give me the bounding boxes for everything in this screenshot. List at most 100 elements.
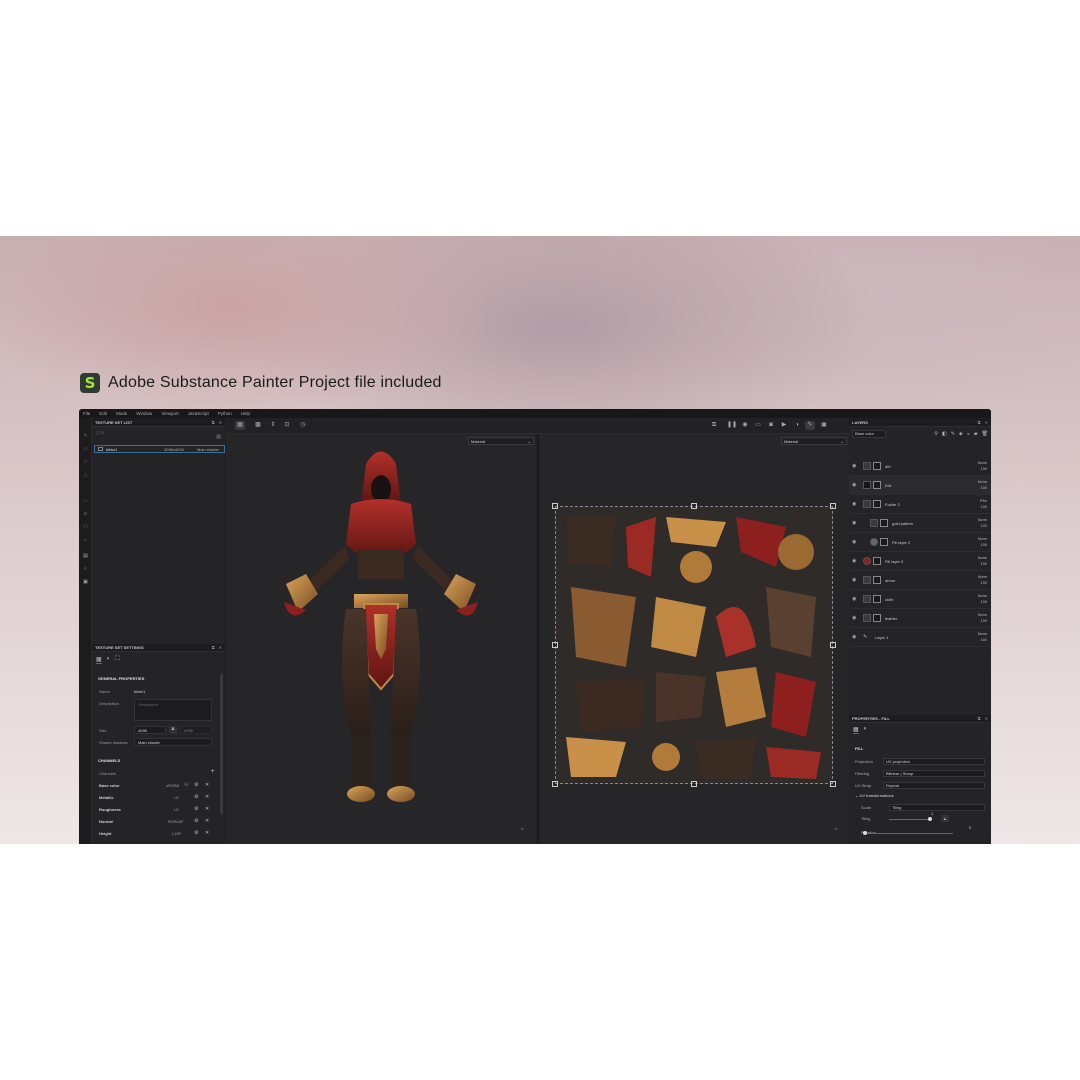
scrollbar[interactable] bbox=[220, 674, 223, 814]
filter-icons[interactable]: ◫ ◎ bbox=[96, 430, 104, 435]
add-paint-layer-icon[interactable]: ✎ bbox=[951, 431, 955, 437]
geometry-tool-icon[interactable]: △ bbox=[82, 473, 89, 478]
grid-view-icon[interactable]: ▦ bbox=[235, 421, 245, 430]
menu-javascript[interactable]: JavaScript bbox=[188, 411, 209, 416]
video-icon[interactable]: ▶ bbox=[779, 421, 789, 430]
channel-settings-icon[interactable]: ⚙ bbox=[194, 818, 198, 824]
transform-handle[interactable] bbox=[830, 503, 836, 509]
slider-handle[interactable] bbox=[863, 830, 867, 835]
tiling-slider[interactable]: 1 🔒︎ bbox=[889, 811, 985, 822]
layer-blend[interactable]: Norm bbox=[978, 575, 987, 579]
name-value[interactable]: bikini1 bbox=[134, 689, 145, 694]
description-field[interactable]: Description bbox=[134, 699, 212, 721]
viewport-3d[interactable]: Material ⌄ ⊾ bbox=[226, 434, 536, 844]
transform-handle[interactable] bbox=[830, 781, 836, 787]
transform-handle[interactable] bbox=[691, 503, 697, 509]
render-icon[interactable]: ▣ bbox=[819, 421, 829, 430]
projection-tool-icon[interactable]: ▱ bbox=[82, 460, 89, 465]
layer-row[interactable]: ◉ dirt Norm 100 bbox=[849, 457, 991, 476]
channel-row[interactable]: Height L16F ⚙ ✕ bbox=[98, 830, 214, 838]
channel-settings-icon[interactable]: ⚙ bbox=[194, 806, 198, 812]
eye-icon[interactable]: ◉ bbox=[852, 596, 860, 602]
smudge-tool-icon[interactable]: ◌ bbox=[82, 486, 89, 491]
tab-material-icon[interactable]: ◐ bbox=[864, 726, 868, 734]
close-icon[interactable]: ✕ bbox=[985, 716, 988, 721]
lock-icon[interactable]: 🔒︎ bbox=[169, 726, 177, 734]
uv-texture-map[interactable] bbox=[555, 506, 833, 784]
menu-viewport[interactable]: Viewport bbox=[161, 411, 178, 416]
channel-remove-icon[interactable]: ✕ bbox=[205, 794, 209, 800]
clock-icon[interactable]: ◷ bbox=[298, 421, 308, 430]
layer-row[interactable]: ◉ Fill layer 3 Norm 100 bbox=[849, 552, 991, 571]
layer-opacity[interactable]: 100 bbox=[981, 524, 987, 528]
shelf-icon[interactable]: ▤ bbox=[82, 554, 89, 559]
layer-opacity[interactable]: 100 bbox=[981, 505, 987, 509]
layer-row[interactable]: ◉ cloth Norm 100 bbox=[849, 590, 991, 609]
layer-row[interactable]: ◉ ✎ Layer 1 Norm 100 bbox=[849, 628, 991, 647]
menu-python[interactable]: Python bbox=[218, 411, 232, 416]
channel-row[interactable]: Metallic L8 ⚙ ✕ bbox=[98, 794, 214, 802]
menu-file[interactable]: File bbox=[83, 411, 90, 416]
channel-row[interactable]: Base color sRGB8 ⚇ ⚙ ✕ bbox=[98, 782, 214, 790]
transform-handle[interactable] bbox=[691, 781, 697, 787]
menu-help[interactable]: Help bbox=[241, 411, 250, 416]
menu-mode[interactable]: Mode bbox=[116, 411, 127, 416]
add-channel-icon[interactable]: + bbox=[211, 769, 215, 775]
split-view-icon[interactable]: ⇕ bbox=[268, 421, 278, 430]
undock-icon[interactable]: ⧉ bbox=[978, 716, 981, 721]
layer-opacity[interactable]: 100 bbox=[981, 467, 987, 471]
menu-edit[interactable]: Edit bbox=[99, 411, 107, 416]
layer-row[interactable]: ◉ leather Norm 100 bbox=[849, 609, 991, 628]
paint-tool-icon[interactable]: ✎ bbox=[82, 434, 89, 439]
undock-icon[interactable]: ⧉ bbox=[212, 420, 215, 425]
tab-fill-icon[interactable]: ▦ bbox=[853, 726, 859, 734]
channel-settings-icon[interactable]: ⚙ bbox=[194, 782, 198, 788]
eye-icon[interactable]: ◉ bbox=[852, 482, 860, 488]
tab-bake-icon[interactable]: ◐ bbox=[107, 656, 111, 664]
close-icon[interactable]: ✕ bbox=[985, 420, 988, 425]
screenshot-icon[interactable]: ◙ bbox=[766, 421, 776, 430]
transform-handle[interactable] bbox=[552, 642, 558, 648]
layer-blend[interactable]: Pthr bbox=[980, 499, 987, 503]
viewport-2d[interactable]: Material ⌄ ⊾ bbox=[538, 434, 849, 844]
layer-opacity[interactable]: 100 bbox=[981, 638, 987, 642]
texture-set-row[interactable]: bikini1 4096x4096 Main shader bbox=[94, 445, 225, 453]
display-settings-icon[interactable]: ▣ bbox=[82, 580, 89, 585]
add-effect-icon[interactable]: ⚲ bbox=[934, 431, 938, 437]
measure-tool-icon[interactable]: ⊥ bbox=[82, 538, 89, 543]
add-fill-layer-icon[interactable]: ◈ bbox=[959, 431, 963, 437]
transform-handle[interactable] bbox=[552, 503, 558, 509]
transform-handle[interactable] bbox=[552, 781, 558, 787]
channel-settings-icon[interactable]: ⚙ bbox=[194, 830, 198, 836]
layer-blend[interactable]: Norm bbox=[978, 537, 987, 541]
channel-remove-icon[interactable]: ✕ bbox=[205, 818, 209, 824]
layer-opacity[interactable]: 100 bbox=[981, 543, 987, 547]
layer-opacity[interactable]: 100 bbox=[981, 581, 987, 585]
undock-icon[interactable]: ⧉ bbox=[978, 420, 981, 425]
polygon-fill-icon[interactable]: ⬡ bbox=[82, 525, 89, 530]
layer-row[interactable]: ◉ Fill layer 2 Norm 100 bbox=[849, 533, 991, 552]
filtering-select[interactable]: Bilinear | Sharp bbox=[883, 769, 985, 777]
channel-settings-icon[interactable]: ⚙ bbox=[194, 794, 198, 800]
channel-remove-icon[interactable]: ✕ bbox=[205, 782, 209, 788]
layer-row[interactable]: ◉ armor Norm 100 bbox=[849, 571, 991, 590]
multi-grid-icon[interactable]: ▩ bbox=[253, 421, 263, 430]
history-icon[interactable]: ≡ bbox=[82, 567, 89, 572]
channel-remove-icon[interactable]: ✕ bbox=[205, 830, 209, 836]
eye-icon[interactable]: ◉ bbox=[852, 558, 860, 564]
layer-opacity[interactable]: 100 bbox=[981, 600, 987, 604]
uv-transformations-header[interactable]: ⌄ UV transformations bbox=[855, 793, 894, 798]
layer-blend[interactable]: Norm bbox=[978, 632, 987, 636]
channel-row[interactable]: Roughness L8 ⚙ ✕ bbox=[98, 806, 214, 814]
layer-opacity[interactable]: 100 bbox=[981, 486, 987, 490]
visibility-checkbox[interactable] bbox=[98, 447, 103, 451]
layer-opacity[interactable]: 100 bbox=[981, 562, 987, 566]
transform-handle[interactable] bbox=[830, 642, 836, 648]
brush-mode-icon[interactable]: ✎ bbox=[805, 421, 815, 430]
tab-uv-icon[interactable]: ⛶ bbox=[115, 656, 119, 664]
delete-layer-icon[interactable]: 🗑︎ bbox=[982, 431, 991, 437]
tab-general-icon[interactable]: ▦ bbox=[96, 656, 102, 664]
clone-tool-icon[interactable]: ▭ bbox=[82, 499, 89, 504]
list-options-icon[interactable]: ▤ bbox=[216, 434, 221, 440]
size-select[interactable]: 4096 bbox=[134, 726, 166, 734]
